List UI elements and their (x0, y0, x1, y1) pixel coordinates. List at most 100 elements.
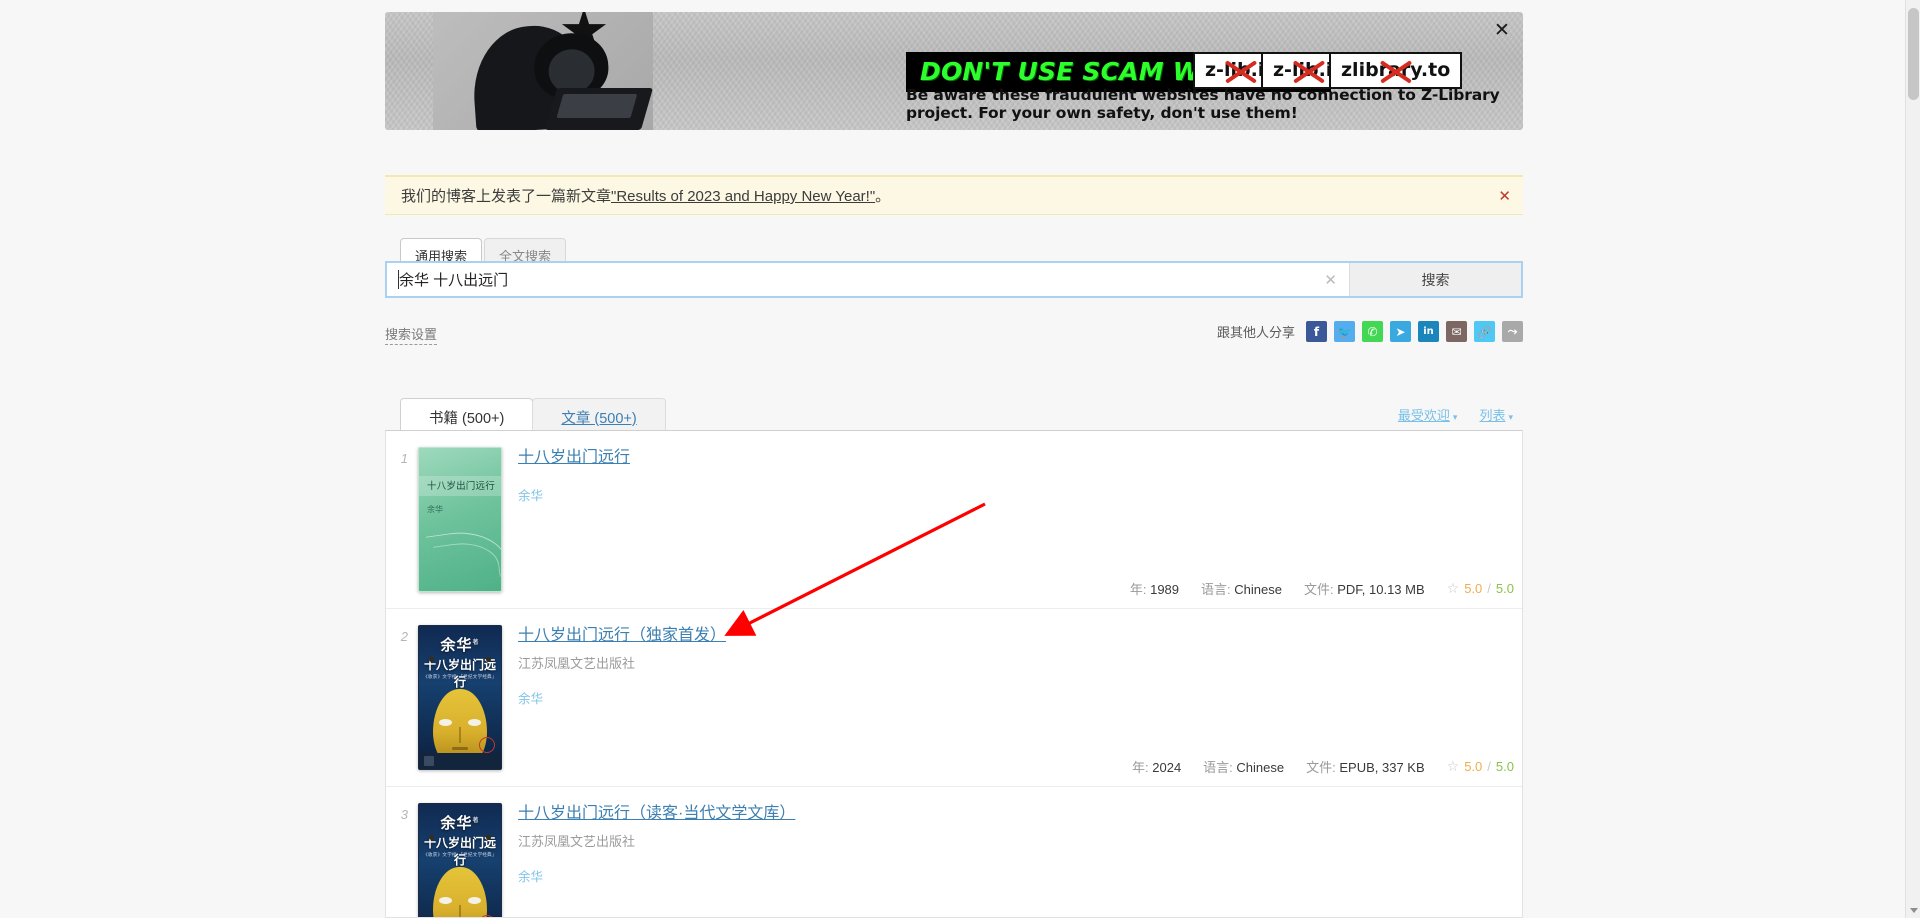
search-input[interactable] (387, 263, 1349, 296)
sort-view-label: 列表 (1479, 408, 1506, 423)
banner-close-icon[interactable]: ✕ (1489, 18, 1515, 44)
linkedin-icon[interactable]: in (1418, 321, 1439, 342)
scam-domain-zlibraryto: zlibrary.to (1329, 52, 1463, 89)
link-icon[interactable]: 🔗 (1474, 321, 1495, 342)
portrait-pupil-left (429, 657, 434, 662)
hacker-illustration (433, 12, 654, 130)
scrollbar-thumb[interactable] (1908, 8, 1919, 100)
rating-separator: / (1487, 581, 1491, 596)
notice-text: 我们的博客上发表了一篇新文章"Results of 2023 and Happy… (401, 185, 890, 206)
notice-suffix: 。 (875, 188, 891, 205)
result-author-link[interactable]: 余华 (518, 485, 1508, 504)
email-icon[interactable]: ✉ (1446, 321, 1467, 342)
book-cover-thumbnail[interactable]: 余华著 十八岁出门远行 《收获》文学榜 「世纪文学经典」 (418, 803, 502, 917)
rating-value: 5.0 (1464, 581, 1483, 596)
cover-tagline: 《收获》文学榜 「世纪文学经典」 (423, 852, 497, 857)
search-options-row: 搜索设置 跟其他人分享 f 🐦 ✆ ➤ in ✉ 🔗 ⤳ (385, 321, 1523, 347)
meta-year-value: 2024 (1152, 760, 1182, 775)
cover-title-mark: 著 (472, 640, 480, 646)
scroll-down-arrow-icon[interactable] (1910, 908, 1918, 913)
search-button[interactable]: 搜索 (1349, 263, 1521, 296)
scam-subtext: Be aware these fraudulent websites have … (906, 86, 1500, 122)
result-author-link[interactable]: 余华 (518, 688, 1508, 707)
meta-year: 年: 2024 (1132, 757, 1181, 776)
twitter-icon[interactable]: 🐦 (1334, 321, 1355, 342)
meta-file: 文件: PDF, 10.13 MB (1304, 579, 1425, 598)
meta-year: 年: 1989 (1130, 579, 1179, 598)
share-bar: 跟其他人分享 f 🐦 ✆ ➤ in ✉ 🔗 ⤳ (1217, 321, 1523, 342)
page-root: DON'T USE SCAM WEBSITES z-lib.io z-lib.i… (0, 0, 1920, 918)
results-list: 1 十八岁出门远行 余华 十八岁出门远行 余华 年: 1989 语言: Chin… (385, 430, 1523, 918)
portrait-pupil-right (486, 835, 491, 840)
meta-year-value: 1989 (1150, 582, 1180, 597)
text-caret (398, 270, 399, 289)
result-row[interactable]: 1 十八岁出门远行 余华 十八岁出门远行 余华 年: 1989 语言: Chin… (386, 431, 1522, 609)
laptop-icon (544, 88, 654, 130)
share-icon[interactable]: ⤳ (1502, 321, 1523, 342)
meta-language-key: 语言: (1203, 760, 1233, 775)
cover-author: 余华 (427, 505, 443, 514)
facebook-icon[interactable]: f (1306, 321, 1327, 342)
tab-books-label: 书籍 (500+) (429, 411, 505, 427)
chevron-down-icon: ▾ (1508, 412, 1513, 422)
book-cover-thumbnail[interactable]: 余华著 十八岁出门远行 《收获》文学榜 「世纪文学经典」 (418, 625, 502, 770)
result-title-link[interactable]: 十八岁出门远行 (518, 447, 630, 469)
cover-column: 余华著 十八岁出门远行 《收获》文学榜 「世纪文学经典」 (418, 803, 518, 917)
result-title-link[interactable]: 十八岁出门远行（读客·当代文学文库） (518, 803, 795, 825)
clear-search-icon[interactable]: ✕ (1324, 271, 1337, 289)
star-icon: ☆ (1446, 758, 1460, 774)
cover-title: 十八岁出门远行 (427, 481, 495, 492)
cover-title: 余华著 (419, 812, 501, 833)
rating-value: 5.0 (1464, 759, 1483, 774)
result-metadata: 年: 1989 语言: Chinese 文件: PDF, 10.13 MB ☆ … (1130, 579, 1514, 598)
result-title-link[interactable]: 十八岁出门远行（独家首发） (518, 625, 726, 647)
result-index: 3 (400, 807, 408, 822)
portrait-nose (459, 905, 461, 917)
portrait-graphic (433, 867, 487, 917)
sort-view-dropdown[interactable]: 列表 ▾ (1479, 405, 1513, 424)
sort-controls: 最受欢迎 ▾ 列表 ▾ (1398, 405, 1513, 424)
publisher-logo-icon (424, 756, 434, 766)
result-publisher: 江苏凤凰文艺出版社 (518, 655, 636, 671)
whatsapp-icon[interactable]: ✆ (1362, 321, 1383, 342)
scam-domain-label-2: zlibrary.to (1341, 59, 1451, 81)
meta-year-key: 年: (1129, 582, 1147, 597)
sort-popularity-dropdown[interactable]: 最受欢迎 ▾ (1398, 405, 1458, 424)
meta-language: 语言: Chinese (1203, 757, 1284, 776)
notice-close-icon[interactable]: ✕ (1498, 187, 1511, 205)
cover-title-text: 余华 (440, 815, 473, 832)
meta-file: 文件: EPUB, 337 KB (1306, 757, 1425, 776)
meta-year-key: 年: (1132, 760, 1149, 775)
result-info: 十八岁出门远行（读客·当代文学文库） 江苏凤凰文艺出版社 余华 (518, 803, 1522, 917)
telegram-icon[interactable]: ➤ (1390, 321, 1411, 342)
cover-tagline: 《收获》文学榜 「世纪文学经典」 (423, 674, 497, 679)
meta-file-value: EPUB, 337 KB (1339, 760, 1425, 775)
quality-value: 5.0 (1495, 581, 1514, 596)
result-row[interactable]: 3 余华著 十八岁出门远行 《收获》文学榜 「世纪文学经典」 十八岁出门远行（读… (386, 787, 1522, 917)
result-publisher: 江苏凤凰文艺出版社 (518, 833, 636, 849)
search-settings-link[interactable]: 搜索设置 (385, 324, 438, 345)
result-row[interactable]: 2 余华著 十八岁出门远行 《收获》文学榜 「世纪文学经典」 十八岁出门远行（独… (386, 609, 1522, 787)
cover-column: 余华著 十八岁出门远行 《收获》文学榜 「世纪文学经典」 (418, 625, 518, 774)
portrait-pupil-right (486, 657, 491, 662)
result-author-link[interactable]: 余华 (518, 866, 1508, 885)
feather-graphic (425, 525, 501, 591)
search-bar: ✕ 搜索 (385, 261, 1523, 298)
result-rating: ☆ 5.0 / 5.0 (1447, 758, 1514, 775)
result-rating: ☆ 5.0 / 5.0 (1447, 580, 1514, 597)
notice-prefix: 我们的博客上发表了一篇新文章 (401, 188, 612, 205)
page-scrollbar[interactable] (1905, 0, 1920, 918)
quality-value: 5.0 (1495, 759, 1514, 774)
cover-title-text: 余华 (440, 637, 473, 654)
meta-file-value: PDF, 10.13 MB (1337, 582, 1425, 597)
notice-link[interactable]: "Results of 2023 and Happy New Year!" (611, 188, 875, 205)
star-icon: ☆ (1446, 580, 1460, 596)
cover-title-mark: 著 (472, 818, 480, 824)
sort-popularity-label: 最受欢迎 (1397, 408, 1450, 423)
portrait-mouth (452, 747, 468, 750)
book-cover-thumbnail[interactable]: 十八岁出门远行 余华 (418, 447, 502, 592)
cover-column: 十八岁出门远行 余华 (418, 447, 518, 596)
result-metadata: 年: 2024 语言: Chinese 文件: EPUB, 337 KB ☆ 5… (1132, 757, 1514, 776)
chevron-down-icon: ▾ (1452, 412, 1458, 422)
blog-notice-bar: 我们的博客上发表了一篇新文章"Results of 2023 and Happy… (385, 175, 1523, 215)
